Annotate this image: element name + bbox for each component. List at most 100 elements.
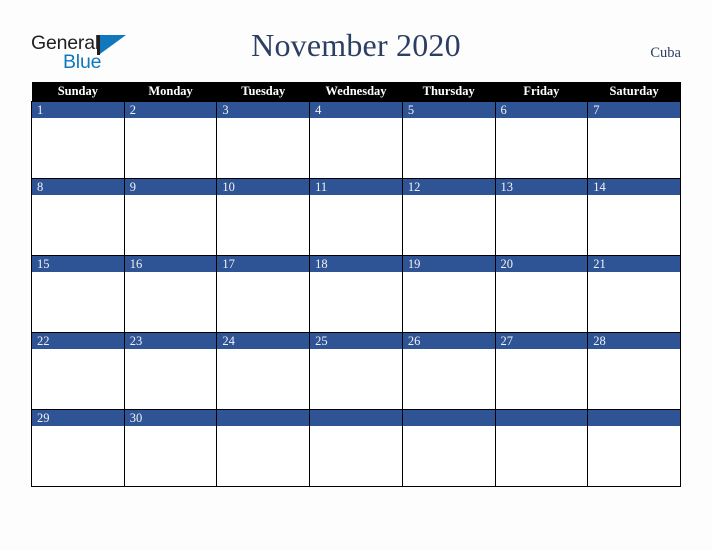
day-number: 14 — [588, 179, 680, 195]
day-number — [588, 410, 680, 426]
day-number: 11 — [310, 179, 402, 195]
calendar-week-row: 15 16 17 18 19 20 21 — [31, 255, 681, 333]
weekday-header-saturday: Saturday — [587, 82, 681, 102]
day-events-area[interactable] — [32, 349, 124, 409]
day-events-area[interactable] — [588, 272, 680, 332]
day-events-area[interactable] — [124, 118, 217, 178]
day-number: 9 — [124, 179, 217, 195]
day-cell[interactable]: 16 — [123, 255, 218, 333]
day-events-area[interactable] — [495, 118, 588, 178]
day-number: 30 — [124, 410, 217, 426]
day-number: 8 — [32, 179, 124, 195]
calendar-body: 1 2 3 4 5 6 7 8 9 10 11 12 13 14 15 16 1… — [31, 101, 681, 487]
weekday-header-friday: Friday — [495, 82, 588, 102]
day-events-area[interactable] — [310, 195, 402, 255]
day-cell[interactable]: 24 — [216, 332, 311, 410]
day-events-area[interactable] — [32, 118, 124, 178]
day-number — [495, 410, 588, 426]
day-number: 22 — [32, 333, 124, 349]
day-number: 29 — [32, 410, 124, 426]
day-number: 2 — [124, 102, 217, 118]
day-events-area[interactable] — [495, 349, 588, 409]
day-events-area[interactable] — [402, 195, 495, 255]
calendar-week-row: 8 9 10 11 12 13 14 — [31, 178, 681, 256]
day-events-area[interactable] — [402, 118, 495, 178]
day-cell[interactable]: 12 — [401, 178, 496, 256]
day-events-area[interactable] — [588, 195, 680, 255]
day-events-area[interactable] — [402, 349, 495, 409]
weekday-header-sunday: Sunday — [31, 82, 125, 102]
day-events-area — [310, 426, 402, 486]
day-events-area[interactable] — [402, 272, 495, 332]
day-cell[interactable]: 3 — [216, 101, 311, 179]
calendar-page: General Blue November 2020 Cuba Sunday M… — [0, 0, 712, 550]
day-number: 1 — [32, 102, 124, 118]
day-cell[interactable]: 8 — [31, 178, 125, 256]
day-cell[interactable]: 4 — [309, 101, 403, 179]
day-number: 27 — [495, 333, 588, 349]
day-number: 19 — [402, 256, 495, 272]
day-events-area[interactable] — [124, 272, 217, 332]
month-calendar-grid: Sunday Monday Tuesday Wednesday Thursday… — [31, 82, 681, 487]
day-number: 20 — [495, 256, 588, 272]
day-number: 13 — [495, 179, 588, 195]
calendar-week-row: 1 2 3 4 5 6 7 — [31, 101, 681, 179]
day-events-area[interactable] — [217, 118, 310, 178]
day-events-area[interactable] — [124, 195, 217, 255]
day-cell[interactable]: 6 — [494, 101, 589, 179]
day-cell[interactable]: 23 — [123, 332, 218, 410]
day-cell[interactable]: 5 — [401, 101, 496, 179]
day-events-area[interactable] — [495, 272, 588, 332]
day-number: 7 — [588, 102, 680, 118]
day-events-area[interactable] — [310, 349, 402, 409]
day-events-area[interactable] — [217, 272, 310, 332]
weekday-header-row: Sunday Monday Tuesday Wednesday Thursday… — [31, 82, 681, 102]
day-cell[interactable]: 18 — [309, 255, 403, 333]
day-cell[interactable]: 14 — [587, 178, 681, 256]
day-events-area[interactable] — [495, 195, 588, 255]
day-cell[interactable]: 22 — [31, 332, 125, 410]
day-cell[interactable]: 10 — [216, 178, 311, 256]
day-cell[interactable]: 1 — [31, 101, 125, 179]
day-cell[interactable]: 2 — [123, 101, 218, 179]
page-title: November 2020 — [251, 27, 461, 63]
day-cell-empty — [309, 409, 403, 487]
day-cell[interactable]: 19 — [401, 255, 496, 333]
day-events-area[interactable] — [588, 349, 680, 409]
day-events-area[interactable] — [217, 349, 310, 409]
day-cell-empty — [494, 409, 589, 487]
day-cell[interactable]: 17 — [216, 255, 311, 333]
day-cell-empty — [587, 409, 681, 487]
day-cell[interactable]: 26 — [401, 332, 496, 410]
day-cell[interactable]: 30 — [123, 409, 218, 487]
day-cell[interactable]: 9 — [123, 178, 218, 256]
day-cell[interactable]: 21 — [587, 255, 681, 333]
day-cell[interactable]: 11 — [309, 178, 403, 256]
day-events-area[interactable] — [310, 118, 402, 178]
day-events-area[interactable] — [588, 118, 680, 178]
day-cell[interactable]: 28 — [587, 332, 681, 410]
day-events-area[interactable] — [124, 349, 217, 409]
day-events-area[interactable] — [310, 272, 402, 332]
calendar-week-row: 22 23 24 25 26 27 28 — [31, 332, 681, 410]
day-number — [310, 410, 402, 426]
day-cell[interactable]: 20 — [494, 255, 589, 333]
day-number — [402, 410, 495, 426]
day-number: 12 — [402, 179, 495, 195]
day-cell[interactable]: 15 — [31, 255, 125, 333]
day-events-area[interactable] — [124, 426, 217, 486]
day-cell[interactable]: 25 — [309, 332, 403, 410]
day-number: 26 — [402, 333, 495, 349]
day-events-area[interactable] — [217, 195, 310, 255]
day-events-area[interactable] — [32, 426, 124, 486]
day-cell[interactable]: 7 — [587, 101, 681, 179]
day-events-area[interactable] — [32, 195, 124, 255]
day-cell[interactable]: 29 — [31, 409, 125, 487]
day-number: 4 — [310, 102, 402, 118]
day-cell[interactable]: 13 — [494, 178, 589, 256]
day-number: 5 — [402, 102, 495, 118]
weekday-header-tuesday: Tuesday — [216, 82, 310, 102]
day-cell-empty — [401, 409, 496, 487]
day-events-area[interactable] — [32, 272, 124, 332]
day-cell[interactable]: 27 — [494, 332, 589, 410]
